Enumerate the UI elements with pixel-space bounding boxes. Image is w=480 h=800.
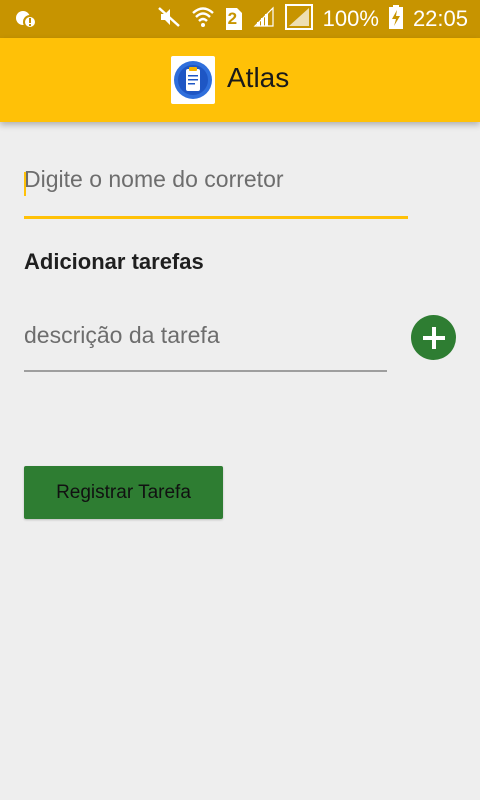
battery-charging-icon	[388, 4, 403, 34]
app-bar: Atlas	[0, 38, 480, 122]
plus-icon	[422, 326, 445, 349]
sim-icon: 2	[225, 7, 243, 31]
signal-icon	[253, 6, 275, 33]
clipboard-badge-icon	[171, 56, 215, 104]
notification-icon	[14, 8, 38, 30]
section-title: Adicionar tarefas	[24, 249, 204, 274]
app-title: Atlas	[227, 62, 290, 93]
register-task-button[interactable]: Registrar Tarefa	[24, 466, 223, 519]
signal-empty-icon	[284, 3, 313, 35]
add-task-button[interactable]	[411, 315, 456, 360]
sim-slot-number: 2	[227, 9, 238, 28]
battery-percent: 100%	[322, 6, 379, 31]
wifi-icon	[191, 5, 215, 34]
broker-name-input[interactable]	[24, 166, 408, 193]
clock: 22:05	[412, 6, 468, 31]
task-description-field[interactable]	[24, 322, 387, 372]
text-cursor	[24, 172, 26, 196]
mute-icon	[157, 6, 181, 33]
status-bar: 2 100% 22:05	[0, 0, 480, 38]
task-description-input[interactable]	[24, 322, 387, 349]
broker-name-field[interactable]	[24, 166, 408, 219]
